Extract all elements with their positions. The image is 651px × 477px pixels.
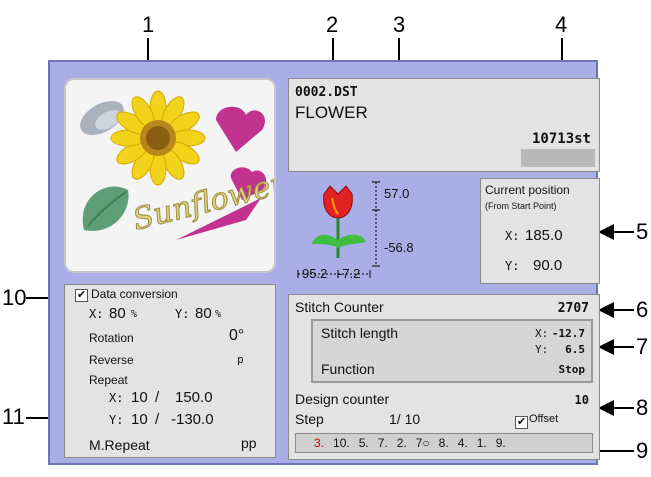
sequence-step: 5. [358, 436, 369, 450]
dimension-left-value: 95.2 [302, 266, 328, 281]
position-y-value: 90.0 [533, 257, 563, 274]
data-conversion-label: Data conversion [91, 287, 178, 301]
callout-5: 5 [636, 219, 649, 244]
offset-label: Offset [529, 413, 559, 425]
repeat-y-label: Y: [109, 413, 124, 427]
m-repeat-label: M.Repeat [89, 437, 150, 453]
current-position-panel: Current position (From Start Point) X: 1… [480, 178, 600, 284]
scale-y-value: 80 [195, 305, 212, 322]
reverse-value: p [237, 353, 244, 366]
stitch-length-subpanel: Stitch length X: -12.7 Y: 6.5 Function S… [311, 319, 593, 383]
dimension-bottom-value: -56.8 [384, 240, 414, 255]
repeat-y-value: -130.0 [171, 411, 214, 428]
callout-7: 7 [636, 334, 649, 359]
step-value: 1/ 10 [389, 411, 421, 427]
file-info-panel: 0002.DST FLOWER 10713st [288, 78, 600, 172]
callout-8: 8 [636, 395, 649, 420]
scale-x-label: X: [89, 307, 104, 321]
stitch-length-y-value: 6.5 [565, 343, 585, 356]
sequence-step: 7○ [415, 436, 430, 450]
data-conversion-checkbox[interactable]: ✔ [75, 289, 88, 302]
scale-y-label: Y: [175, 307, 190, 321]
callout-10: 10 [2, 285, 27, 310]
color-sequence-bar[interactable]: 3. 10. 5. 7. 2. 7○ 8. 4. 1. 9. [295, 433, 593, 453]
repeat-x-label: X: [109, 391, 124, 405]
rotation-value: 0° [229, 327, 245, 344]
position-x-value: 185.0 [525, 227, 563, 244]
stitch-progress-bar [521, 149, 595, 167]
total-stitch-count: 10713st [531, 131, 591, 147]
repeat-x-count: 10 [131, 389, 148, 406]
m-repeat-value: pp [241, 435, 257, 451]
sequence-step: 8. [438, 436, 449, 450]
sequence-step: 10. [333, 436, 350, 450]
current-position-title: Current position [485, 183, 570, 197]
design-name: FLOWER [295, 103, 368, 122]
repeat-x-value: 150.0 [175, 389, 213, 406]
callout-4: 4 [555, 12, 568, 37]
sequence-step: 2. [396, 436, 407, 450]
sequence-step: 1. [476, 436, 487, 450]
repeat-x-slash: / [155, 389, 160, 406]
data-conversion-panel[interactable]: ✔ Data conversion X: 80 % Y: 80 % Rotati… [64, 284, 276, 458]
reverse-label: Reverse [89, 353, 134, 367]
stitch-counter-panel: Stitch Counter 2707 Stitch length X: -12… [288, 294, 600, 460]
stitch-length-x-value: -12.7 [551, 327, 585, 340]
current-position-subtitle: (From Start Point) [485, 201, 557, 211]
callout-2: 2 [326, 12, 339, 37]
design-preview-panel[interactable]: Sunflower [64, 78, 290, 273]
dimension-top-value: 57.0 [384, 186, 410, 201]
rotation-label: Rotation [89, 331, 134, 345]
file-name: 0002.DST [295, 85, 358, 100]
offset-checkbox[interactable]: ✔ [515, 416, 528, 429]
stitch-counter-value: 2707 [557, 301, 589, 316]
callout-3: 3 [393, 12, 406, 37]
repeat-y-slash: / [155, 411, 160, 428]
function-label: Function [321, 361, 375, 377]
design-counter-label: Design counter [295, 391, 390, 407]
callout-11: 11 [2, 404, 25, 429]
sequence-step: 4. [457, 436, 468, 450]
stitch-length-label: Stitch length [321, 325, 399, 341]
sequence-step: 7. [377, 436, 388, 450]
embroidery-machine-screen: Sunflower 0002.DST FLOWER 10713st 57.0 -… [48, 60, 600, 465]
dimension-right-value: -7.2 [338, 266, 361, 281]
repeat-y-count: 10 [131, 411, 148, 428]
callout-1: 1 [142, 12, 155, 37]
repeat-label: Repeat [89, 373, 128, 387]
scale-y-unit: % [215, 309, 222, 320]
sequence-step: 9. [495, 436, 506, 450]
callout-9: 9 [636, 438, 649, 463]
sunflower-design-image: Sunflower [80, 90, 290, 240]
sequence-current-step: 3. [314, 436, 325, 450]
step-label: Step [295, 411, 324, 427]
design-dimensions-area: 57.0 -56.8 95.2 -7.2 [288, 178, 480, 284]
function-value: Stop [558, 363, 586, 376]
position-x-label: X: [505, 229, 520, 243]
scale-x-unit: % [131, 309, 138, 320]
design-counter-value: 10 [574, 393, 589, 407]
stitch-length-y-label: Y: [535, 343, 549, 356]
position-y-label: Y: [505, 259, 520, 273]
stitch-counter-label: Stitch Counter [295, 299, 384, 315]
callout-6: 6 [636, 297, 649, 322]
stitch-length-x-label: X: [535, 327, 549, 340]
scale-x-value: 80 [109, 305, 126, 322]
